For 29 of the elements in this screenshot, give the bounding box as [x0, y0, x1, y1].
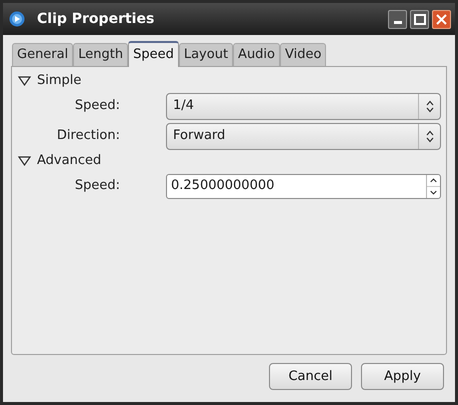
minimize-icon	[394, 20, 402, 24]
maximize-icon	[414, 14, 426, 24]
tab[interactable]: Speed	[128, 41, 179, 67]
updown-caret-icon	[426, 130, 434, 142]
dropdown[interactable]: 1/4	[166, 92, 441, 120]
minimize-button[interactable]	[388, 10, 407, 28]
field-label: Speed:	[74, 177, 120, 196]
tab[interactable]: Audio	[233, 43, 280, 66]
section-heading: Advanced	[37, 152, 102, 170]
updown-caret-icon	[426, 100, 434, 112]
expanded-triangle-icon[interactable]	[18, 156, 31, 166]
tab[interactable]: Layout	[178, 43, 234, 66]
number-spin-field[interactable]: 0.25000000000	[166, 174, 441, 198]
section-heading: Simple	[37, 72, 82, 90]
down-arrow-icon[interactable]	[427, 186, 440, 198]
close-button[interactable]	[432, 10, 451, 28]
window-title: Clip Properties	[37, 10, 156, 28]
dropdown[interactable]: Forward	[166, 122, 441, 150]
tab[interactable]: Length	[73, 43, 128, 66]
close-icon	[436, 14, 447, 24]
dialog-button[interactable]: Cancel	[269, 363, 352, 390]
field-label: Speed:	[74, 97, 120, 116]
tab[interactable]: Video	[280, 43, 326, 66]
dialog-button[interactable]: Apply	[361, 363, 444, 390]
maximize-button[interactable]	[410, 10, 429, 28]
tab[interactable]: General	[12, 43, 74, 66]
app-logo-icon	[9, 11, 25, 27]
expanded-triangle-icon[interactable]	[18, 76, 31, 86]
field-label: Direction:	[56, 127, 120, 146]
